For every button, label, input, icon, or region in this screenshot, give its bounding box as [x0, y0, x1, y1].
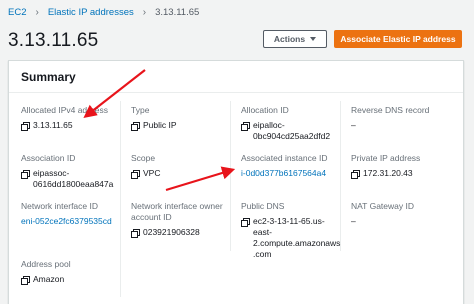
address-pool-value: Amazon — [33, 274, 65, 284]
copy-icon[interactable] — [131, 121, 140, 131]
field-address-pool: Address pool Amazon — [21, 259, 117, 285]
allocation-id-value: eipalloc- 0bc904cd25aa2dfd2 — [253, 120, 331, 141]
field-label: Network interface owner account ID — [131, 201, 223, 222]
copy-icon[interactable] — [21, 275, 30, 285]
summary-title: Summary — [21, 69, 76, 84]
field-label: Allocated IPv4 address — [21, 105, 108, 115]
field-label: Public DNS — [241, 201, 285, 211]
reverse-dns-value: – — [351, 120, 356, 130]
field-allocation-id: Allocation ID eipalloc- 0bc904cd25aa2dfd… — [241, 105, 341, 142]
field-label: NAT Gateway ID — [351, 201, 414, 211]
field-label: Association ID — [21, 153, 76, 163]
scope-value: VPC — [143, 168, 161, 178]
field-private-ip: Private IP address 172.31.20.43 — [351, 153, 451, 179]
chevron-right-icon: › — [35, 6, 39, 18]
field-label: Associated instance ID — [241, 153, 328, 163]
caret-down-icon — [310, 37, 317, 41]
actions-button-label: Actions — [273, 34, 306, 44]
nat-gateway-value: – — [351, 216, 356, 226]
field-label: Type — [131, 105, 150, 115]
field-label: Network interface ID — [21, 201, 98, 211]
association-id-value: eipassoc- 0616dd1800eaa847a — [33, 168, 114, 189]
field-scope: Scope VPC — [131, 153, 227, 179]
field-association-id: Association ID eipassoc- 0616dd1800eaa84… — [21, 153, 117, 190]
breadcrumb-current: 3.13.11.65 — [155, 6, 200, 18]
breadcrumb-elastic-ip-link[interactable]: Elastic IP addresses — [48, 7, 134, 18]
field-reverse-dns: Reverse DNS record – — [351, 105, 451, 131]
page-title: 3.13.11.65 — [8, 30, 99, 51]
associated-instance-link[interactable]: i-0d0d377b6167564a4 — [241, 168, 326, 179]
copy-icon[interactable] — [351, 169, 360, 179]
type-value: Public IP — [143, 120, 177, 130]
chevron-right-icon: › — [142, 6, 147, 18]
field-type: Type Public IP — [131, 105, 227, 131]
field-allocated-ipv4: Allocated IPv4 address 3.13.11.65 — [21, 105, 117, 131]
copy-icon[interactable] — [21, 121, 30, 131]
summary-panel: Summary Allocated IPv4 address 3.13.11.6… — [8, 60, 464, 304]
field-public-dns: Public DNS ec2-3-13-11-65.us- east-2.com… — [241, 201, 345, 260]
field-label: Address pool — [21, 259, 71, 269]
public-dns-value: ec2-3-13-11-65.us- east-2.compute.amazon… — [253, 216, 341, 259]
breadcrumb-ec2-link[interactable]: EC2 — [8, 7, 26, 18]
field-network-interface-id: Network interface ID eni-052ce2fc6379535… — [21, 201, 121, 227]
copy-icon[interactable] — [21, 169, 30, 179]
field-network-interface-owner: Network interface owner account ID 02392… — [131, 201, 231, 238]
field-label: Private IP address — [351, 153, 421, 163]
copy-icon[interactable] — [131, 228, 140, 238]
column-divider — [120, 101, 121, 297]
associate-elastic-ip-button[interactable]: Associate Elastic IP address — [334, 30, 462, 48]
allocated-ipv4-value: 3.13.11.65 — [33, 120, 73, 130]
field-associated-instance-id: Associated instance ID i-0d0d377b6167564… — [241, 153, 341, 179]
summary-header: Summary — [9, 61, 463, 93]
breadcrumb: EC2 › Elastic IP addresses › 3.13.11.65 — [8, 5, 199, 19]
actions-button[interactable]: Actions — [263, 30, 327, 48]
private-ip-value: 172.31.20.43 — [363, 168, 413, 178]
network-interface-link[interactable]: eni-052ce2fc6379535cd — [21, 216, 112, 227]
copy-icon[interactable] — [241, 217, 250, 227]
field-label: Scope — [131, 153, 156, 163]
network-interface-owner-value: 023921906328 — [143, 227, 200, 237]
field-label: Allocation ID — [241, 105, 289, 115]
field-nat-gateway: NAT Gateway ID – — [351, 201, 451, 227]
copy-icon[interactable] — [131, 169, 140, 179]
field-label: Reverse DNS record — [351, 105, 430, 115]
copy-icon[interactable] — [241, 121, 250, 131]
